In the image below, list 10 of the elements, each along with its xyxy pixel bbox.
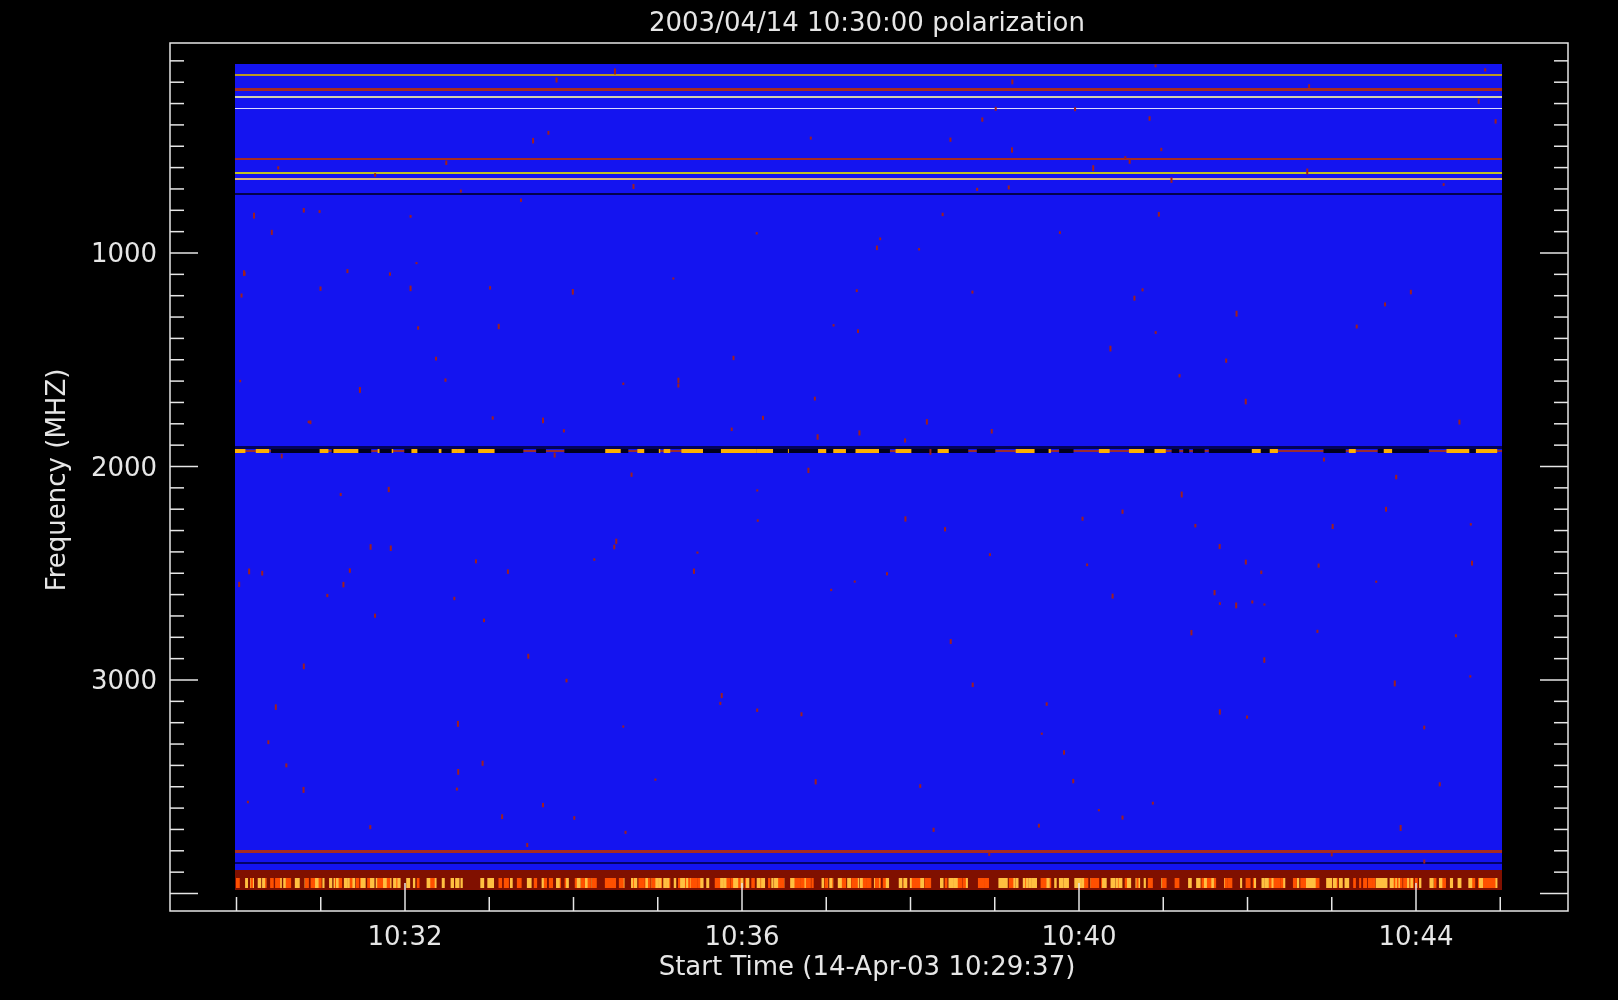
x-tick-label: 10:40 — [1041, 921, 1117, 951]
plot-title: 2003/04/14 10:30:00 polarization — [649, 7, 1085, 37]
x-tick-label: 10:36 — [704, 921, 780, 951]
y-tick-label: 1000 — [90, 238, 158, 268]
x-tick-label: 10:44 — [1378, 921, 1454, 951]
y-tick-label: 3000 — [90, 665, 158, 695]
x-tick-label: 10:32 — [367, 921, 443, 951]
y-axis-label: Frequency (MHZ) — [41, 368, 71, 592]
x-axis-label: Start Time (14-Apr-03 10:29:37) — [658, 951, 1076, 981]
y-tick-label: 2000 — [90, 451, 158, 482]
